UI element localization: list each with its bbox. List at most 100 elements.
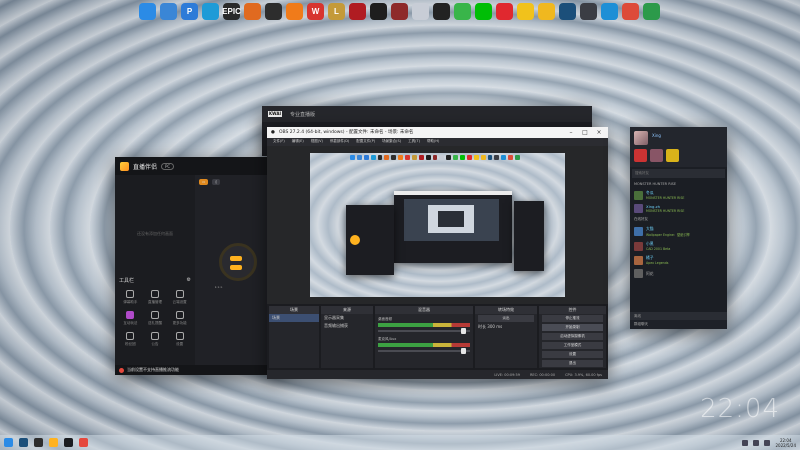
windows-icon[interactable] xyxy=(139,3,156,20)
iqiyi-icon[interactable] xyxy=(475,3,492,20)
source-item-audio[interactable]: 音频输出捕获 xyxy=(321,322,373,330)
monitor-icon[interactable] xyxy=(580,3,597,20)
tool-item[interactable]: 设置 xyxy=(168,332,191,347)
friend-status: MONSTER HUNTER RISE xyxy=(646,196,685,200)
flame-icon[interactable] xyxy=(286,3,303,20)
volume-icon[interactable] xyxy=(753,439,760,446)
group-offline[interactable]: 离线 xyxy=(630,312,727,320)
control-button[interactable]: 停止推流 xyxy=(542,315,603,323)
portrait-tab[interactable]: ▯ xyxy=(212,179,221,185)
taskbar-clock[interactable]: 22:04 2022/5/24 xyxy=(775,438,796,448)
steam-icon[interactable] xyxy=(559,3,576,20)
blitz-icon[interactable] xyxy=(244,3,261,20)
scene-item[interactable]: 场景 xyxy=(269,314,319,323)
tools-settings-icon[interactable]: ⚙ xyxy=(187,277,191,284)
friend-item[interactable]: 小黑 CAD 2001 Beta xyxy=(630,239,727,253)
steam-tray-icon[interactable] xyxy=(764,439,771,446)
source-item-display[interactable]: 显示器采集 xyxy=(321,314,373,322)
clock-icon xyxy=(425,154,431,160)
transition-select[interactable]: 淡出 xyxy=(478,315,534,323)
wps-icon[interactable]: W xyxy=(307,3,324,20)
control-button[interactable]: 退出 xyxy=(542,360,603,368)
obs-preview[interactable] xyxy=(267,145,608,305)
avatar xyxy=(634,255,643,265)
tag-icon[interactable] xyxy=(412,3,429,20)
steam-friends-window[interactable]: Xing 搜索好友 MONSTER HUNTER RISE 冬瓜 MONSTER … xyxy=(630,127,727,329)
tool-item[interactable]: 弹幕助手 xyxy=(119,290,142,305)
obs-menu-item[interactable]: 编辑(E) xyxy=(292,139,304,144)
obs-menu-item[interactable]: 帮助(H) xyxy=(427,139,439,144)
mic-volume-slider[interactable] xyxy=(378,348,470,355)
network-icon[interactable] xyxy=(742,439,749,446)
obs-app-icon: ● xyxy=(271,129,275,135)
game-thumb-icon[interactable] xyxy=(634,149,647,162)
tool-item[interactable]: 互动玩法 xyxy=(119,311,142,326)
obs-menu-item[interactable]: 文件(F) xyxy=(273,139,285,144)
friend-item[interactable]: 冬瓜 MONSTER HUNTER RISE xyxy=(630,188,727,202)
steam-taskbar-icon[interactable] xyxy=(19,438,28,447)
epic-icon[interactable]: EPIC xyxy=(222,3,241,20)
control-button[interactable]: 设置 xyxy=(542,351,603,359)
ring-icon[interactable] xyxy=(202,3,219,20)
avatar[interactable] xyxy=(634,131,648,145)
record-taskbar-icon[interactable] xyxy=(79,438,88,447)
friends-search-input[interactable]: 搜索好友 xyxy=(632,169,725,178)
penguin-icon[interactable] xyxy=(433,3,450,20)
netease-music-icon[interactable] xyxy=(496,3,513,20)
tool-label: 公告 xyxy=(151,342,159,346)
glasses-icon[interactable] xyxy=(538,3,555,20)
obs-window[interactable]: ● OBS 27.2.4 (64-bit, windows) - 配置文件: 未… xyxy=(267,127,608,379)
landscape-tab[interactable]: ▭ xyxy=(199,179,209,185)
obs-menu-item[interactable]: 工具(T) xyxy=(408,139,420,144)
p-icon[interactable]: P xyxy=(181,3,198,20)
preview-dock-mirror xyxy=(350,154,520,161)
control-button[interactable]: 工作室模式 xyxy=(542,342,603,350)
friend-item[interactable]: 阿花 xyxy=(630,267,727,280)
kwai-taskbar-icon[interactable] xyxy=(64,438,73,447)
start-icon[interactable] xyxy=(4,438,13,447)
nested-steam-panel xyxy=(514,200,544,271)
tool-item[interactable]: 公告 xyxy=(144,332,167,347)
obs-menu-item[interactable]: 配置文件(P) xyxy=(356,139,375,144)
tool-item[interactable]: 直播管理 xyxy=(144,290,167,305)
close-button[interactable]: × xyxy=(594,129,604,136)
edge-icon[interactable] xyxy=(601,3,618,20)
wechat-icon[interactable] xyxy=(454,3,471,20)
glasses-icon xyxy=(480,154,486,160)
group-chat-bar[interactable]: 群组聊天 xyxy=(630,320,727,329)
clock-icon[interactable] xyxy=(370,3,387,20)
epic-icon xyxy=(377,154,383,160)
game-icon xyxy=(418,154,424,160)
bird-icon[interactable] xyxy=(160,3,177,20)
obs-taskbar-icon[interactable] xyxy=(34,438,43,447)
obs-menu-item[interactable]: 视图(V) xyxy=(311,139,323,144)
leaf-icon[interactable] xyxy=(643,3,660,20)
obs-menu-item[interactable]: 停靠部件(D) xyxy=(330,139,349,144)
tool-item[interactable]: 粉丝团 xyxy=(119,332,142,347)
league-icon[interactable]: L xyxy=(328,3,345,20)
control-button[interactable]: 开始录制 xyxy=(542,324,603,332)
desktop-volume-slider[interactable] xyxy=(378,328,470,335)
tool-item[interactable]: 云端设置 xyxy=(168,290,191,305)
tool-item[interactable]: 送礼提醒 xyxy=(144,311,167,326)
maximize-button[interactable]: □ xyxy=(580,129,590,136)
game-thumb-icon[interactable] xyxy=(650,149,663,162)
minimize-button[interactable]: – xyxy=(566,129,576,136)
tag-icon xyxy=(439,154,445,160)
friend-item[interactable]: 大猫 Wallpaper Engine：壁纸引擎 xyxy=(630,224,727,239)
live-taskbar-icon[interactable] xyxy=(49,438,58,447)
live-streaming-app-window[interactable]: 直播伴侣 PC 还没有添加任何画面 工具栏 ⚙ 弹幕助手 直播管理 云端设置 互动玩法… xyxy=(115,157,280,375)
friend-item[interactable]: Xing.zh MONSTER HUNTER RISE xyxy=(630,202,727,215)
qq-music-icon[interactable] xyxy=(517,3,534,20)
game-thumb-icon[interactable] xyxy=(666,149,679,162)
control-button[interactable]: 启动虚拟摄像机 xyxy=(542,333,603,341)
sword-icon[interactable] xyxy=(391,3,408,20)
obs-icon[interactable] xyxy=(265,3,282,20)
friend-item[interactable]: 橘子 Apex Legends xyxy=(630,253,727,267)
tool-item[interactable]: 更多功能 xyxy=(168,311,191,326)
obs-menu-item[interactable]: 场景集合(S) xyxy=(382,139,401,144)
audio-mixer-panel: 混音器 桌面音频 麦克风/Aux xyxy=(375,306,473,369)
chrome-icon[interactable] xyxy=(622,3,639,20)
duration-input[interactable]: 300 ms xyxy=(487,324,502,329)
game-icon[interactable] xyxy=(349,3,366,20)
